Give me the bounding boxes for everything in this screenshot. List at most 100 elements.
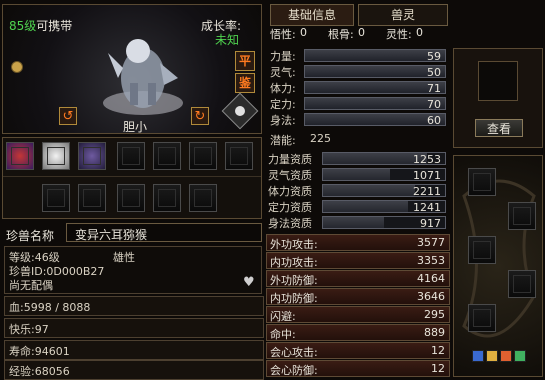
combat-row: 外功防御: 4164 — [266, 270, 450, 287]
combat-label: 内功攻击: — [270, 256, 318, 269]
portrait-slot — [478, 61, 518, 101]
skill-icon-4[interactable] — [514, 350, 526, 362]
wu-label: 悟性: — [270, 28, 296, 41]
attr-bar: 71 — [304, 81, 446, 95]
life-box: 寿命:94601 — [4, 340, 264, 360]
combat-label: 命中: — [270, 328, 296, 341]
combat-value: 3353 — [417, 254, 445, 267]
attr-bar: 60 — [304, 113, 446, 127]
attr-row: 灵气: 50 — [268, 64, 450, 79]
gen-value: 0 — [358, 26, 365, 39]
pet-slot-12[interactable] — [189, 184, 217, 212]
aptitude-value: 1241 — [413, 201, 441, 214]
skill-slot-2[interactable] — [508, 202, 536, 230]
attr-bar: 59 — [304, 49, 446, 63]
rotate-left-icon[interactable]: ↺ — [59, 107, 77, 125]
pet-slot-11[interactable] — [153, 184, 181, 212]
attr-row: 体力: 71 — [268, 80, 450, 95]
pet-name-label: 珍兽名称 — [6, 229, 55, 243]
combat-row: 闪避: 295 — [266, 306, 450, 323]
aptitude-label: 灵气资质 — [268, 169, 312, 182]
skill-icon-2[interactable] — [486, 350, 498, 362]
combat-value: 12 — [431, 344, 445, 357]
combat-row: 命中: 889 — [266, 324, 450, 341]
feather-icon[interactable] — [221, 92, 259, 130]
combat-value: 12 — [431, 362, 445, 375]
aptitude-label: 定力资质 — [268, 201, 312, 214]
aptitude-fill — [323, 185, 415, 196]
combat-value: 3577 — [417, 236, 445, 249]
pet-slot-1[interactable] — [6, 142, 34, 170]
combat-value: 3646 — [417, 290, 445, 303]
attr-label: 灵气: — [270, 66, 296, 79]
attributes-list: 力量: 59 灵气: 50 体力: 71 定力: 70 身法: 60 — [268, 48, 450, 130]
attr-row: 定力: 70 — [268, 96, 450, 111]
aptitude-value: 1253 — [413, 153, 441, 166]
happy-text: 快乐:97 — [9, 323, 49, 336]
potential-label: 潜能: — [270, 134, 296, 147]
pet-slot-5[interactable] — [153, 142, 181, 170]
combat-label: 外功攻击: — [270, 238, 318, 251]
skill-slot-3[interactable] — [468, 236, 496, 264]
ping-button[interactable]: 平 — [235, 51, 255, 71]
pet-name-value: 变异六耳猕猴 — [75, 228, 148, 242]
pet-name-field[interactable]: 变异六耳猕猴 — [66, 223, 262, 242]
combat-row: 会心防御: 12 — [266, 360, 450, 377]
tab-beast-spirit[interactable]: 兽灵 — [358, 4, 448, 26]
pet-list-panel — [2, 137, 262, 219]
pet-slot-8[interactable] — [42, 184, 70, 212]
pet-slot-2[interactable] — [42, 142, 70, 170]
potential-value: 225 — [310, 132, 331, 145]
pet-slot-3[interactable] — [78, 142, 106, 170]
skill-slot-4[interactable] — [508, 270, 536, 298]
combat-row: 会心攻击: 12 — [266, 342, 450, 359]
life-text: 寿命:94601 — [9, 345, 70, 358]
aptitude-row: 灵气资质 1071 — [268, 167, 450, 182]
aptitude-list: 力量资质 1253 灵气资质 1071 体力资质 2211 定力资质 1241 … — [268, 151, 450, 231]
combat-label: 会心攻击: — [270, 346, 318, 359]
pet-slot-4[interactable] — [117, 142, 145, 170]
combat-value: 4164 — [417, 272, 445, 285]
skill-slot-5[interactable] — [468, 304, 496, 332]
aptitude-label: 体力资质 — [268, 185, 312, 198]
happy-box: 快乐:97 — [4, 318, 264, 338]
traits-row: 悟性: 0 根骨: 0 灵性: 0 — [268, 26, 450, 41]
aptitude-value: 1071 — [413, 169, 441, 182]
pet-level: 85级 — [9, 19, 37, 33]
combat-row: 内功攻击: 3353 — [266, 252, 450, 269]
skill-slot-1[interactable] — [468, 168, 496, 196]
ling-label: 灵性: — [386, 28, 412, 41]
tab-basic-info[interactable]: 基础信息 — [270, 4, 354, 26]
combat-value: 295 — [424, 308, 445, 321]
attr-row: 力量: 59 — [268, 48, 450, 63]
attr-value: 50 — [427, 66, 441, 79]
pet-state: 胆小 — [123, 120, 148, 134]
pet-slot-7[interactable] — [225, 142, 253, 170]
skill-panel — [453, 155, 543, 377]
pet-slot-6[interactable] — [189, 142, 217, 170]
aptitude-value: 917 — [420, 217, 441, 230]
attr-value: 70 — [427, 98, 441, 111]
attr-value: 59 — [427, 50, 441, 63]
pet-gender: 雄性 — [113, 251, 135, 264]
appraise-button[interactable]: 鉴 — [235, 73, 255, 93]
attr-label: 定力: — [270, 98, 296, 111]
skill-icon-1[interactable] — [472, 350, 484, 362]
pet-carry-label: 可携带 — [36, 19, 73, 33]
skill-icon-3[interactable] — [500, 350, 512, 362]
combat-label: 会心防御: — [270, 364, 318, 377]
combat-value: 889 — [424, 326, 445, 339]
attr-row: 身法: 60 — [268, 112, 450, 127]
growth-value: 未知 — [215, 33, 240, 47]
view-button[interactable]: 查看 — [475, 119, 523, 137]
gen-label: 根骨: — [328, 28, 354, 41]
portrait-panel: 查看 — [453, 48, 543, 148]
rotate-right-icon[interactable]: ↻ — [191, 107, 209, 125]
pet-slot-9[interactable] — [78, 184, 106, 212]
pet-slot-10[interactable] — [117, 184, 145, 212]
pet-model — [98, 23, 188, 118]
aptitude-fill — [323, 169, 391, 180]
pet-mate: 尚无配偶 — [9, 279, 53, 292]
heart-icon: ♥ — [243, 275, 255, 290]
aptitude-row: 定力资质 1241 — [268, 199, 450, 214]
